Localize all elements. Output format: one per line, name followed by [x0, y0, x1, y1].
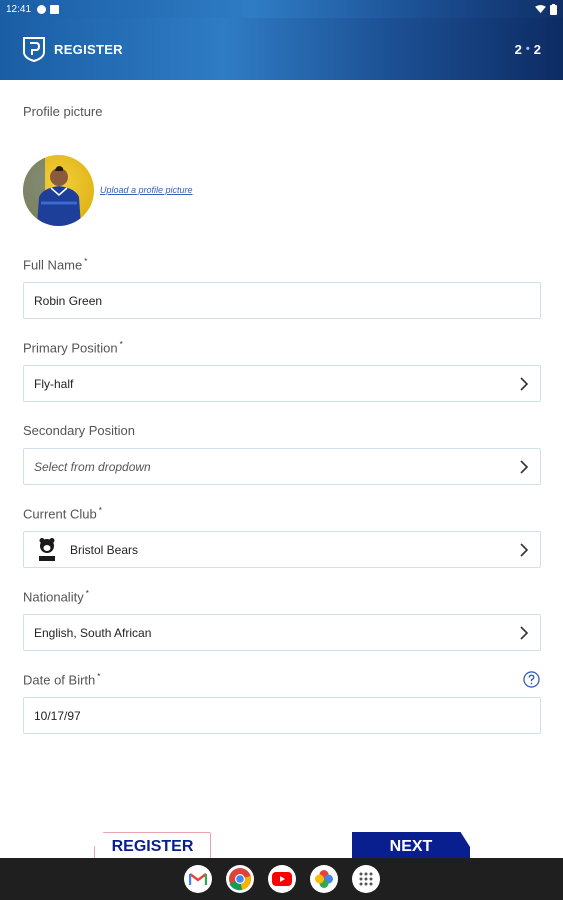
nationality-label: Nationality *: [23, 589, 89, 604]
secondary-position-label: Secondary Position: [23, 423, 136, 438]
required-marker: *: [85, 589, 89, 598]
required-marker: *: [119, 340, 123, 349]
current-club-select[interactable]: Bristol Bears: [23, 531, 541, 568]
chevron-right-icon: [520, 542, 529, 557]
date-of-birth-value: 10/17/97: [34, 708, 81, 723]
secondary-position-select[interactable]: Select from dropdown: [23, 448, 541, 485]
step-current: 2: [514, 41, 522, 57]
app-header: REGISTER 2 • 2: [0, 18, 563, 80]
chevron-right-icon: [520, 376, 529, 391]
bristol-bears-logo-icon: [39, 537, 55, 561]
date-of-birth-label: Date of Birth *: [23, 672, 100, 687]
primary-position-label-text: Primary Position: [23, 340, 118, 356]
gmail-icon[interactable]: [183, 865, 212, 893]
profile-photo-icon: [23, 155, 81, 226]
avatar[interactable]: [23, 155, 94, 226]
current-club-value: Bristol Bears: [70, 542, 139, 557]
nationality-select[interactable]: English, South African: [23, 614, 541, 651]
upload-profile-picture-link[interactable]: Upload a profile picture: [100, 185, 193, 195]
primary-position-select[interactable]: Fly-half: [23, 365, 541, 402]
secondary-position-placeholder: Select from dropdown: [34, 459, 151, 474]
system-nav-bar: [0, 858, 563, 900]
required-marker: *: [97, 672, 101, 681]
full-name-field[interactable]: Robin Green: [23, 282, 541, 319]
full-name-label-text: Full Name: [23, 257, 83, 273]
status-bar: 12:41: [0, 0, 563, 18]
current-club-label-text: Current Club: [23, 506, 97, 522]
app-drawer-icon[interactable]: [351, 865, 380, 893]
step-total: 2: [533, 41, 541, 57]
required-marker: *: [98, 506, 102, 515]
primary-position-value: Fly-half: [34, 376, 74, 391]
wifi-icon: [535, 4, 546, 13]
battery-icon: [550, 3, 557, 15]
current-club-label: Current Club *: [23, 506, 102, 521]
primary-position-label: Primary Position *: [23, 340, 123, 355]
full-name-value: Robin Green: [34, 293, 103, 308]
app-logo-icon: [23, 37, 45, 62]
status-right-icons: [535, 3, 557, 15]
full-name-label: Full Name *: [23, 257, 87, 272]
step-separator: •: [525, 43, 530, 55]
required-marker: *: [84, 257, 88, 266]
page-title: REGISTER: [54, 41, 123, 57]
date-of-birth-field[interactable]: 10/17/97: [23, 697, 541, 734]
help-icon[interactable]: [523, 671, 540, 688]
status-notification-icon: [37, 4, 47, 14]
youtube-icon[interactable]: [267, 865, 296, 893]
chevron-right-icon: [520, 459, 529, 474]
status-time: 12:41: [6, 3, 32, 15]
chevron-right-icon: [520, 625, 529, 640]
status-sd-icon: [50, 4, 60, 14]
nationality-label-text: Nationality: [23, 589, 84, 605]
date-of-birth-label-text: Date of Birth: [23, 672, 96, 688]
profile-picture-label: Profile picture: [23, 104, 103, 119]
chrome-icon[interactable]: [225, 865, 254, 893]
nationality-value: English, South African: [34, 625, 152, 640]
step-indicator: 2 • 2: [515, 42, 541, 57]
photos-icon[interactable]: [309, 865, 338, 893]
